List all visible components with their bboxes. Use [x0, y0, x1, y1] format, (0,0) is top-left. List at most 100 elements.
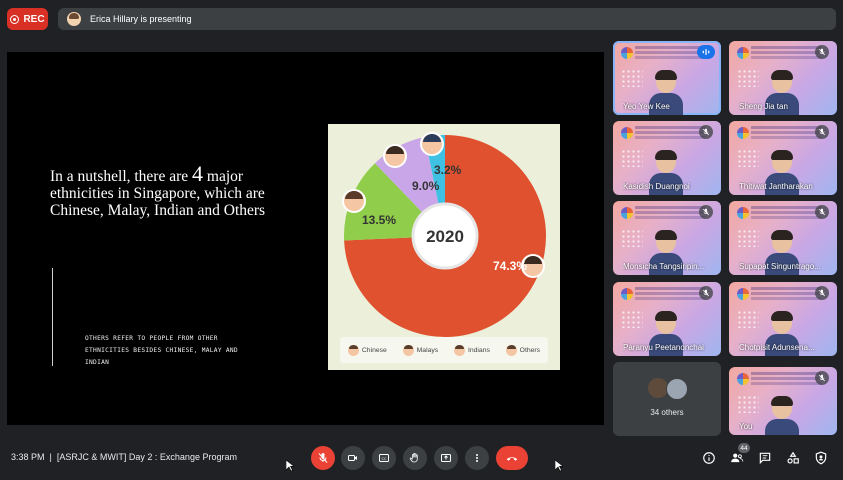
- participant-tile[interactable]: Chotpisit Adunsena...: [729, 282, 837, 356]
- slide-note: Others refer to people from other ethnic…: [85, 335, 238, 366]
- participant-tile[interactable]: Thitiwat Jantharakan: [729, 121, 837, 195]
- present-screen-button[interactable]: [434, 446, 458, 470]
- people-count-badge: 44: [738, 443, 750, 453]
- participant-tile[interactable]: Paranyu Peetanonchai: [613, 282, 721, 356]
- event-logo: [621, 207, 633, 219]
- event-logo: [737, 207, 749, 219]
- decorative-dots: [621, 149, 643, 167]
- legend-item: Chinese: [347, 344, 387, 356]
- decorative-dots: [621, 229, 643, 247]
- value-label: 9.0%: [412, 179, 440, 193]
- event-logo: [737, 288, 749, 300]
- legend-item: Indians: [453, 344, 490, 356]
- raise-hand-button[interactable]: [403, 446, 427, 470]
- mic-toggle-button[interactable]: [311, 446, 335, 470]
- pie-center-label: 2020: [426, 227, 464, 246]
- separator: |: [49, 452, 52, 462]
- clock: 3:38 PM: [11, 452, 45, 462]
- mic-muted-icon: [815, 205, 829, 219]
- rec-label: REC: [23, 13, 45, 25]
- event-logo: [621, 288, 633, 300]
- banner-text-lines: [635, 287, 705, 290]
- host-controls-button[interactable]: [813, 450, 829, 466]
- heading-text: In a nutshell, there are: [50, 168, 193, 185]
- leave-call-button[interactable]: [496, 446, 528, 470]
- value-label: 13.5%: [362, 213, 396, 227]
- decorative-dots: [737, 149, 759, 167]
- captions-icon: CC: [379, 454, 389, 462]
- participant-name: You: [739, 422, 753, 431]
- camera-toggle-button[interactable]: [341, 446, 365, 470]
- more-options-button[interactable]: [465, 446, 489, 470]
- legend-label: Indians: [467, 346, 490, 354]
- legend-item: Malays: [402, 344, 439, 356]
- decorative-dots: [737, 229, 759, 247]
- mic-muted-icon: [815, 286, 829, 300]
- speaking-indicator-icon: [697, 45, 715, 59]
- activities-button[interactable]: [785, 450, 801, 466]
- participant-tile[interactable]: Yeo Yew Kee: [613, 41, 721, 115]
- record-icon: [10, 14, 20, 24]
- participant-name: Yeo Yew Kee: [623, 102, 670, 111]
- presenter-avatar: [67, 12, 81, 26]
- hang-up-icon: [506, 457, 518, 461]
- legend-label: Malays: [416, 346, 439, 354]
- participant-name: Paranyu Peetanonchai: [623, 343, 704, 352]
- decorative-dots: [737, 395, 759, 413]
- mic-muted-icon: [815, 125, 829, 139]
- banner-text-lines: [751, 287, 821, 290]
- event-logo: [621, 47, 633, 59]
- present-icon: [441, 454, 451, 462]
- mic-muted-icon: [699, 205, 713, 219]
- others-tile[interactable]: 34 others: [613, 362, 721, 436]
- avatar: [648, 378, 668, 398]
- event-logo: [737, 127, 749, 139]
- banner-text-lines: [751, 46, 821, 49]
- chart-legend: Chinese Malays Indians Others: [340, 337, 548, 363]
- meeting-details: 3:38 PM | [ASRJC & MWIT] Day 2 : Exchang…: [11, 452, 237, 462]
- legend-label: Others: [519, 346, 541, 354]
- chinese-face-icon: [347, 344, 359, 356]
- recording-indicator: REC: [7, 8, 48, 30]
- avatar: [666, 378, 688, 400]
- shield-icon: [815, 451, 827, 465]
- captions-button[interactable]: CC: [372, 446, 396, 470]
- indian-face-icon: [453, 344, 465, 356]
- meeting-details-button[interactable]: [701, 450, 717, 466]
- camera-icon: [348, 455, 357, 461]
- participant-name: Thitiwat Jantharakan: [739, 182, 813, 191]
- value-label: 74.3%: [493, 259, 527, 273]
- mic-muted-icon: [815, 371, 829, 385]
- participant-tile[interactable]: Monsicha Tangsiripin...: [613, 201, 721, 275]
- participant-tile[interactable]: You: [729, 367, 837, 435]
- presenting-banner: Erica Hillary is presenting: [58, 8, 836, 30]
- decorative-dots: [621, 69, 643, 87]
- heading-number: 4: [192, 161, 204, 186]
- banner-text-lines: [635, 126, 705, 129]
- participant-tile[interactable]: Supapat Singuntrago...: [729, 201, 837, 275]
- others-label: 34 others: [650, 408, 684, 417]
- event-logo: [621, 127, 633, 139]
- hand-icon: [409, 453, 418, 463]
- banner-text-lines: [751, 372, 821, 375]
- mic-off-icon: [318, 453, 328, 463]
- participant-tile[interactable]: Sheng Jia tan: [729, 41, 837, 115]
- banner-text-lines: [635, 206, 705, 209]
- participant-tile[interactable]: Kasidish Duangnoi: [613, 121, 721, 195]
- pie-chart-card: 2020 74.3% 13.5% 9.0% 3.2% Chinese Malays In…: [328, 124, 560, 370]
- decorative-dots: [621, 310, 643, 328]
- presenting-text: Erica Hillary is presenting: [90, 14, 192, 24]
- mic-muted-icon: [699, 125, 713, 139]
- value-label: 3.2%: [434, 163, 462, 177]
- legend-label: Chinese: [361, 346, 387, 354]
- activities-icon: [787, 451, 799, 464]
- participant-name: Sheng Jia tan: [739, 102, 788, 111]
- participant-name: Chotpisit Adunsena...: [739, 343, 815, 352]
- event-logo: [737, 47, 749, 59]
- info-icon: [703, 452, 715, 464]
- banner-text-lines: [635, 46, 705, 49]
- participant-name: Supapat Singuntrago...: [739, 262, 821, 271]
- chat-button[interactable]: [757, 450, 773, 466]
- cursor-icon: [286, 460, 294, 472]
- pie-chart: 2020 74.3% 13.5% 9.0% 3.2%: [342, 132, 546, 337]
